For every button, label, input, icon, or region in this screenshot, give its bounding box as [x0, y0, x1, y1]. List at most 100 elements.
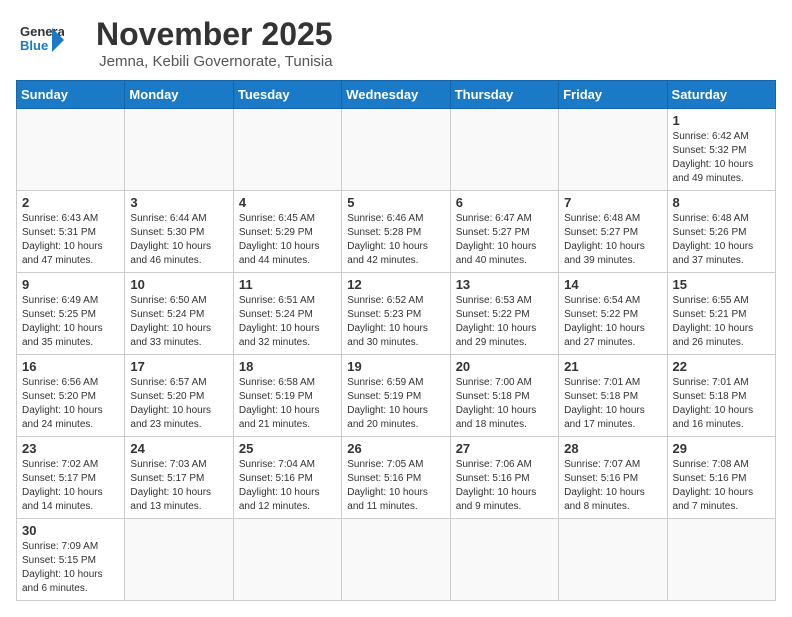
day-number: 28 [564, 441, 661, 456]
calendar-day-cell: 18Sunrise: 6:58 AM Sunset: 5:19 PM Dayli… [233, 355, 341, 437]
calendar-day-cell: 20 Sunrise: 7:00 AM Sunset: 5:18 PM Dayli… [450, 355, 558, 437]
day-info: Sunrise: 7:08 AM Sunset: 5:16 PM Dayligh… [673, 458, 770, 514]
day-number: 24 [130, 441, 227, 456]
calendar-day-cell [450, 109, 558, 191]
calendar-day-cell [559, 519, 667, 601]
day-number: 10 [130, 277, 227, 292]
calendar-day-cell: 7Sunrise: 6:48 AM Sunset: 5:27 PM Daylig… [559, 191, 667, 273]
calendar-day-cell: 8Sunrise: 6:48 AM Sunset: 5:26 PM Daylig… [667, 191, 775, 273]
day-number: 18 [239, 359, 336, 374]
day-info: Sunrise: 7:06 AM Sunset: 5:16 PM Dayligh… [456, 458, 553, 514]
day-number: 13 [456, 277, 553, 292]
calendar-table: SundayMondayTuesdayWednesdayThursdayFrid… [16, 80, 776, 601]
day-info: Sunrise: 7:01 AM Sunset: 5:18 PM Dayligh… [564, 376, 661, 432]
day-number: 27 [456, 441, 553, 456]
day-number: 7 [564, 195, 661, 210]
day-info: Sunrise: 6:52 AM Sunset: 5:23 PM Dayligh… [347, 294, 444, 350]
calendar-day-cell: 5 Sunrise: 6:46 AM Sunset: 5:28 PM Daylig… [342, 191, 450, 273]
day-info: Sunrise: 6:57 AM Sunset: 5:20 PM Dayligh… [130, 376, 227, 432]
day-info: Sunrise: 6:45 AM Sunset: 5:29 PM Dayligh… [239, 212, 336, 268]
calendar-day-cell: 21 Sunrise: 7:01 AM Sunset: 5:18 PM Dayli… [559, 355, 667, 437]
day-number: 30 [22, 523, 119, 538]
day-info: Sunrise: 6:54 AM Sunset: 5:22 PM Dayligh… [564, 294, 661, 350]
calendar-week-row: 1 Sunrise: 6:42 AM Sunset: 5:32 PM Daylig… [17, 109, 776, 191]
calendar-week-row: 30Sunrise: 7:09 AM Sunset: 5:15 PM Dayli… [17, 519, 776, 601]
calendar-day-cell: 23Sunrise: 7:02 AM Sunset: 5:17 PM Dayli… [17, 437, 125, 519]
calendar-week-row: 16 Sunrise: 6:56 AM Sunset: 5:20 PM Dayli… [17, 355, 776, 437]
calendar-day-cell [342, 519, 450, 601]
day-info: Sunrise: 7:05 AM Sunset: 5:16 PM Dayligh… [347, 458, 444, 514]
day-number: 26 [347, 441, 444, 456]
calendar-day-cell [125, 519, 233, 601]
calendar-day-cell [233, 109, 341, 191]
weekday-header-friday: Friday [559, 81, 667, 109]
day-number: 4 [239, 195, 336, 210]
day-info: Sunrise: 6:53 AM Sunset: 5:22 PM Dayligh… [456, 294, 553, 350]
calendar-day-cell: 30Sunrise: 7:09 AM Sunset: 5:15 PM Dayli… [17, 519, 125, 601]
day-info: Sunrise: 6:44 AM Sunset: 5:30 PM Dayligh… [130, 212, 227, 268]
calendar-day-cell: 15 Sunrise: 6:55 AM Sunset: 5:21 PM Dayli… [667, 273, 775, 355]
svg-text:Blue: Blue [20, 38, 48, 53]
day-number: 1 [673, 113, 770, 128]
day-number: 25 [239, 441, 336, 456]
day-number: 14 [564, 277, 661, 292]
calendar-day-cell [667, 519, 775, 601]
calendar-day-cell [125, 109, 233, 191]
calendar-day-cell: 25 Sunrise: 7:04 AM Sunset: 5:16 PM Dayli… [233, 437, 341, 519]
calendar-day-cell: 14 Sunrise: 6:54 AM Sunset: 5:22 PM Dayli… [559, 273, 667, 355]
calendar-week-row: 2Sunrise: 6:43 AM Sunset: 5:31 PM Daylig… [17, 191, 776, 273]
weekday-header-thursday: Thursday [450, 81, 558, 109]
day-number: 11 [239, 277, 336, 292]
day-number: 29 [673, 441, 770, 456]
weekday-header-monday: Monday [125, 81, 233, 109]
day-number: 8 [673, 195, 770, 210]
day-info: Sunrise: 6:51 AM Sunset: 5:24 PM Dayligh… [239, 294, 336, 350]
calendar-day-cell [233, 519, 341, 601]
day-info: Sunrise: 6:49 AM Sunset: 5:25 PM Dayligh… [22, 294, 119, 350]
calendar-day-cell: 9 Sunrise: 6:49 AM Sunset: 5:25 PM Daylig… [17, 273, 125, 355]
page-header: November 2025 Jemna, Kebili Governorate,… [16, 16, 776, 70]
day-info: Sunrise: 7:03 AM Sunset: 5:17 PM Dayligh… [130, 458, 227, 514]
day-info: Sunrise: 6:59 AM Sunset: 5:19 PM Dayligh… [347, 376, 444, 432]
calendar-week-row: 9 Sunrise: 6:49 AM Sunset: 5:25 PM Daylig… [17, 273, 776, 355]
calendar-day-cell: 6Sunrise: 6:47 AM Sunset: 5:27 PM Daylig… [450, 191, 558, 273]
day-info: Sunrise: 7:07 AM Sunset: 5:16 PM Dayligh… [564, 458, 661, 514]
calendar-day-cell: 4 Sunrise: 6:45 AM Sunset: 5:29 PM Daylig… [233, 191, 341, 273]
day-number: 20 [456, 359, 553, 374]
day-number: 9 [22, 277, 119, 292]
day-number: 16 [22, 359, 119, 374]
day-number: 21 [564, 359, 661, 374]
day-number: 5 [347, 195, 444, 210]
day-number: 15 [673, 277, 770, 292]
calendar-day-cell: 16 Sunrise: 6:56 AM Sunset: 5:20 PM Dayli… [17, 355, 125, 437]
day-info: Sunrise: 6:55 AM Sunset: 5:21 PM Dayligh… [673, 294, 770, 350]
day-number: 23 [22, 441, 119, 456]
calendar-day-cell: 10Sunrise: 6:50 AM Sunset: 5:24 PM Dayli… [125, 273, 233, 355]
day-number: 22 [673, 359, 770, 374]
day-info: Sunrise: 6:46 AM Sunset: 5:28 PM Dayligh… [347, 212, 444, 268]
day-info: Sunrise: 6:43 AM Sunset: 5:31 PM Dayligh… [22, 212, 119, 268]
calendar-day-cell: 26 Sunrise: 7:05 AM Sunset: 5:16 PM Dayli… [342, 437, 450, 519]
calendar-day-cell: 12Sunrise: 6:52 AM Sunset: 5:23 PM Dayli… [342, 273, 450, 355]
title-block: November 2025 Jemna, Kebili Governorate,… [96, 16, 333, 70]
weekday-header-row: SundayMondayTuesdayWednesdayThursdayFrid… [17, 81, 776, 109]
calendar-day-cell [17, 109, 125, 191]
day-info: Sunrise: 7:04 AM Sunset: 5:16 PM Dayligh… [239, 458, 336, 514]
weekday-header-sunday: Sunday [17, 81, 125, 109]
calendar-day-cell: 28 Sunrise: 7:07 AM Sunset: 5:16 PM Dayli… [559, 437, 667, 519]
calendar-day-cell: 3Sunrise: 6:44 AM Sunset: 5:30 PM Daylig… [125, 191, 233, 273]
calendar-day-cell: 11 Sunrise: 6:51 AM Sunset: 5:24 PM Dayli… [233, 273, 341, 355]
weekday-header-saturday: Saturday [667, 81, 775, 109]
day-info: Sunrise: 6:56 AM Sunset: 5:20 PM Dayligh… [22, 376, 119, 432]
day-info: Sunrise: 7:00 AM Sunset: 5:18 PM Dayligh… [456, 376, 553, 432]
weekday-header-tuesday: Tuesday [233, 81, 341, 109]
day-info: Sunrise: 6:42 AM Sunset: 5:32 PM Dayligh… [673, 130, 770, 186]
day-number: 6 [456, 195, 553, 210]
weekday-header-wednesday: Wednesday [342, 81, 450, 109]
calendar-day-cell: 13 Sunrise: 6:53 AM Sunset: 5:22 PM Dayli… [450, 273, 558, 355]
calendar-day-cell: 22Sunrise: 7:01 AM Sunset: 5:18 PM Dayli… [667, 355, 775, 437]
calendar-day-cell: 17Sunrise: 6:57 AM Sunset: 5:20 PM Dayli… [125, 355, 233, 437]
calendar-day-cell: 27 Sunrise: 7:06 AM Sunset: 5:16 PM Dayli… [450, 437, 558, 519]
calendar-day-cell: 19Sunrise: 6:59 AM Sunset: 5:19 PM Dayli… [342, 355, 450, 437]
calendar-day-cell: 29 Sunrise: 7:08 AM Sunset: 5:16 PM Dayli… [667, 437, 775, 519]
